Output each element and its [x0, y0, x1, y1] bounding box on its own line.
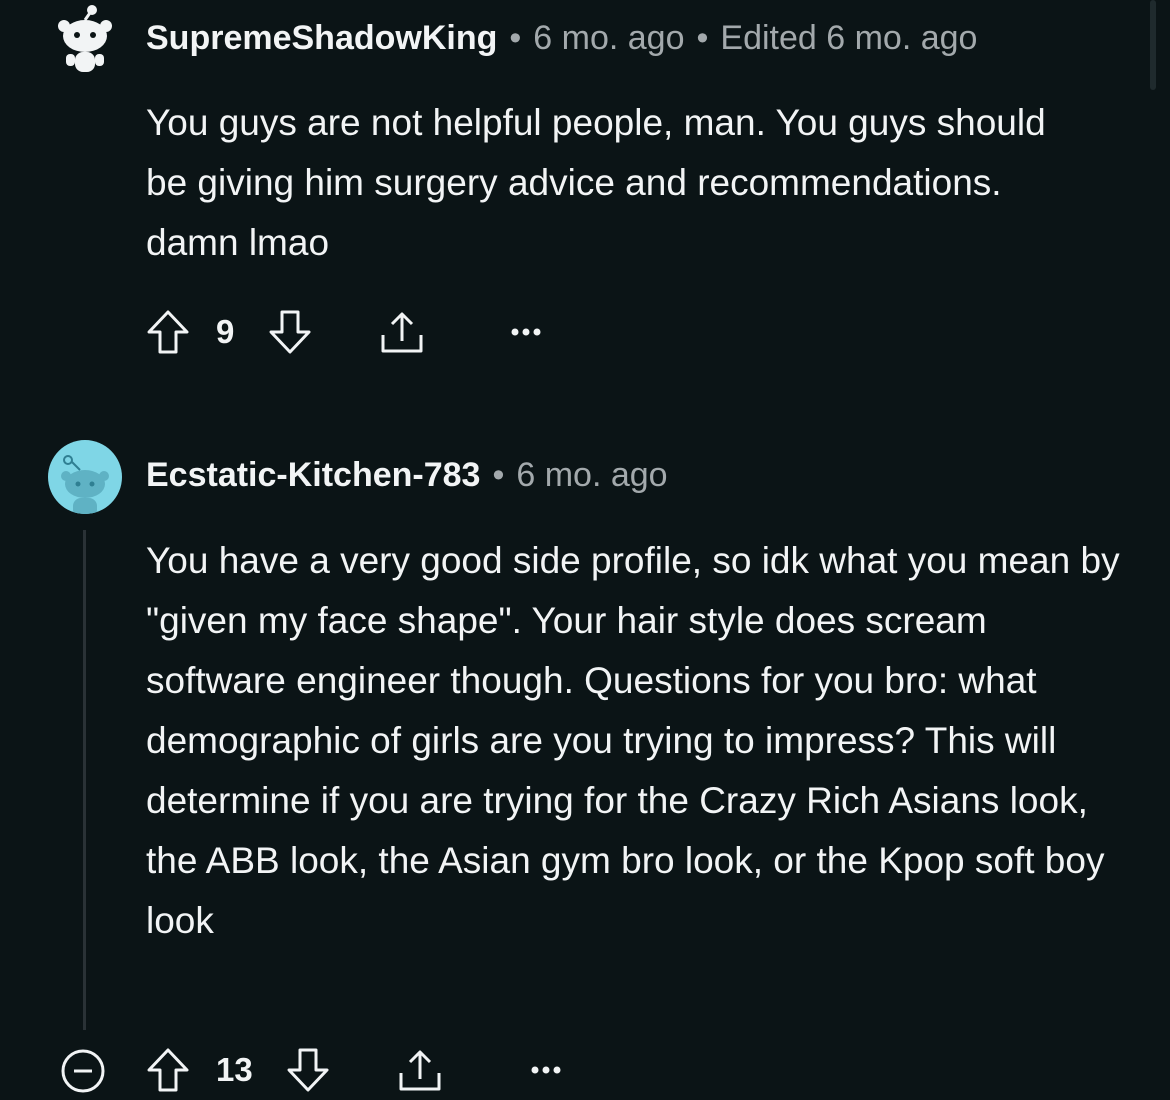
collapse-button[interactable]	[60, 1048, 106, 1094]
comment-paragraph: You guys are not helpful people, man. Yo…	[146, 102, 1046, 263]
arrow-up-icon	[147, 1048, 189, 1092]
share-icon	[399, 1050, 441, 1091]
snoo-avatar-icon	[61, 455, 109, 514]
collapse-icon	[61, 1049, 105, 1093]
avatar[interactable]	[48, 2, 122, 76]
comment-body: You guys are not helpful people, man. Yo…	[146, 93, 1086, 273]
snoo-avatar-icon	[58, 5, 112, 72]
comment: SupremeShadowKing • 6 mo. ago • Edited 6 mo.…	[0, 0, 1170, 400]
more-options-button[interactable]	[506, 314, 546, 350]
arrow-down-icon	[287, 1048, 329, 1092]
separator-dot: •	[509, 19, 522, 57]
upvote-button[interactable]	[144, 308, 192, 356]
comment-paragraph: You have a very good side profile, so id…	[146, 540, 1120, 941]
share-button[interactable]	[396, 1046, 444, 1094]
vote-count: 13	[216, 1051, 253, 1088]
share-button[interactable]	[378, 308, 426, 356]
arrow-down-icon	[269, 310, 311, 354]
comment-meta: SupremeShadowKing • 6 mo. ago • Edited 6 mo.…	[146, 18, 977, 58]
comment-time: 6 mo. ago	[516, 456, 668, 494]
edited-label: Edited 6 mo. ago	[720, 19, 978, 57]
comment-actions: 13	[0, 1040, 600, 1100]
comment-time: 6 mo. ago	[533, 19, 685, 57]
vote-count: 9	[216, 313, 235, 350]
more-options-icon	[531, 1066, 561, 1074]
separator-dot: •	[696, 19, 709, 57]
comment-body: You have a very good side profile, so id…	[146, 531, 1126, 951]
arrow-up-icon	[147, 310, 189, 354]
comment-actions: 9	[0, 302, 600, 362]
avatar[interactable]	[48, 440, 122, 514]
downvote-button[interactable]	[266, 308, 314, 356]
more-options-icon	[511, 328, 541, 336]
downvote-button[interactable]	[284, 1046, 332, 1094]
share-icon	[381, 312, 423, 353]
upvote-button[interactable]	[144, 1046, 192, 1094]
author-name[interactable]: Ecstatic-Kitchen-783	[146, 456, 480, 494]
separator-dot: •	[492, 456, 505, 494]
more-options-button[interactable]	[526, 1052, 566, 1088]
author-name[interactable]: SupremeShadowKing	[146, 19, 497, 57]
comment-meta: Ecstatic-Kitchen-783 • 6 mo. ago	[146, 455, 668, 495]
comment: Ecstatic-Kitchen-783 • 6 mo. ago You have …	[0, 430, 1170, 1100]
